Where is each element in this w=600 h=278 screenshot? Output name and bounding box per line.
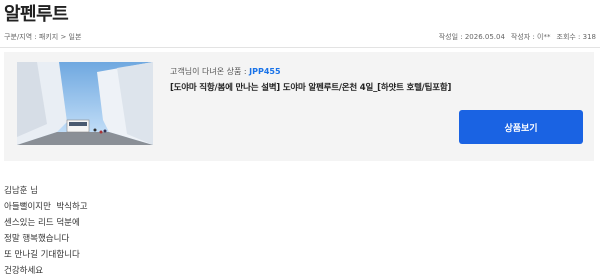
snow-wall-photo-icon — [17, 62, 153, 145]
review-line: 정말 행복했습니다 — [4, 234, 70, 244]
review-line: 아들뻘이지만 박식하고 — [4, 202, 88, 212]
view-product-button[interactable]: 상품보기 — [459, 110, 583, 144]
product-code-label: 고객님이 다녀온 상품 : — [170, 67, 250, 76]
review-line: 건강하세요 — [4, 266, 44, 276]
product-card: 고객님이 다녀온 상품 : JPP455 [도야마 직항/봄에 만나는 설벽] … — [4, 52, 594, 161]
post-author: 작성자 : 이** — [510, 33, 551, 41]
divider — [0, 47, 600, 48]
review-body: 김남훈 님 아들뻘이지만 박식하고 센스있는 리드 덕분에 정말 행복했습니다 … — [4, 183, 88, 278]
product-thumbnail[interactable] — [17, 62, 153, 145]
page-title: 알펜루트 — [4, 4, 69, 25]
review-line: 김남훈 님 — [4, 186, 38, 196]
review-line: 센스있는 리드 덕분에 — [4, 218, 80, 228]
post-meta: 구분/지역 : 패키지 > 일본 작성일 : 2026.05.04 작성자 : … — [0, 28, 600, 46]
product-name[interactable]: [도야마 직항/봄에 만나는 설벽] 도야마 알펜루트/온천 4일_[하얏트 호… — [170, 81, 451, 93]
view-count: 조회수 : 318 — [556, 33, 597, 41]
breadcrumb: 구분/지역 : 패키지 > 일본 — [4, 33, 82, 41]
product-code-line: 고객님이 다녀온 상품 : JPP455 — [170, 66, 281, 77]
product-code[interactable]: JPP455 — [249, 67, 280, 76]
review-line: 또 만나길 기대합니다 — [4, 250, 80, 260]
post-date: 작성일 : 2026.05.04 — [438, 33, 505, 41]
post-info: 작성일 : 2026.05.04 작성자 : 이** 조회수 : 318 — [439, 32, 596, 42]
